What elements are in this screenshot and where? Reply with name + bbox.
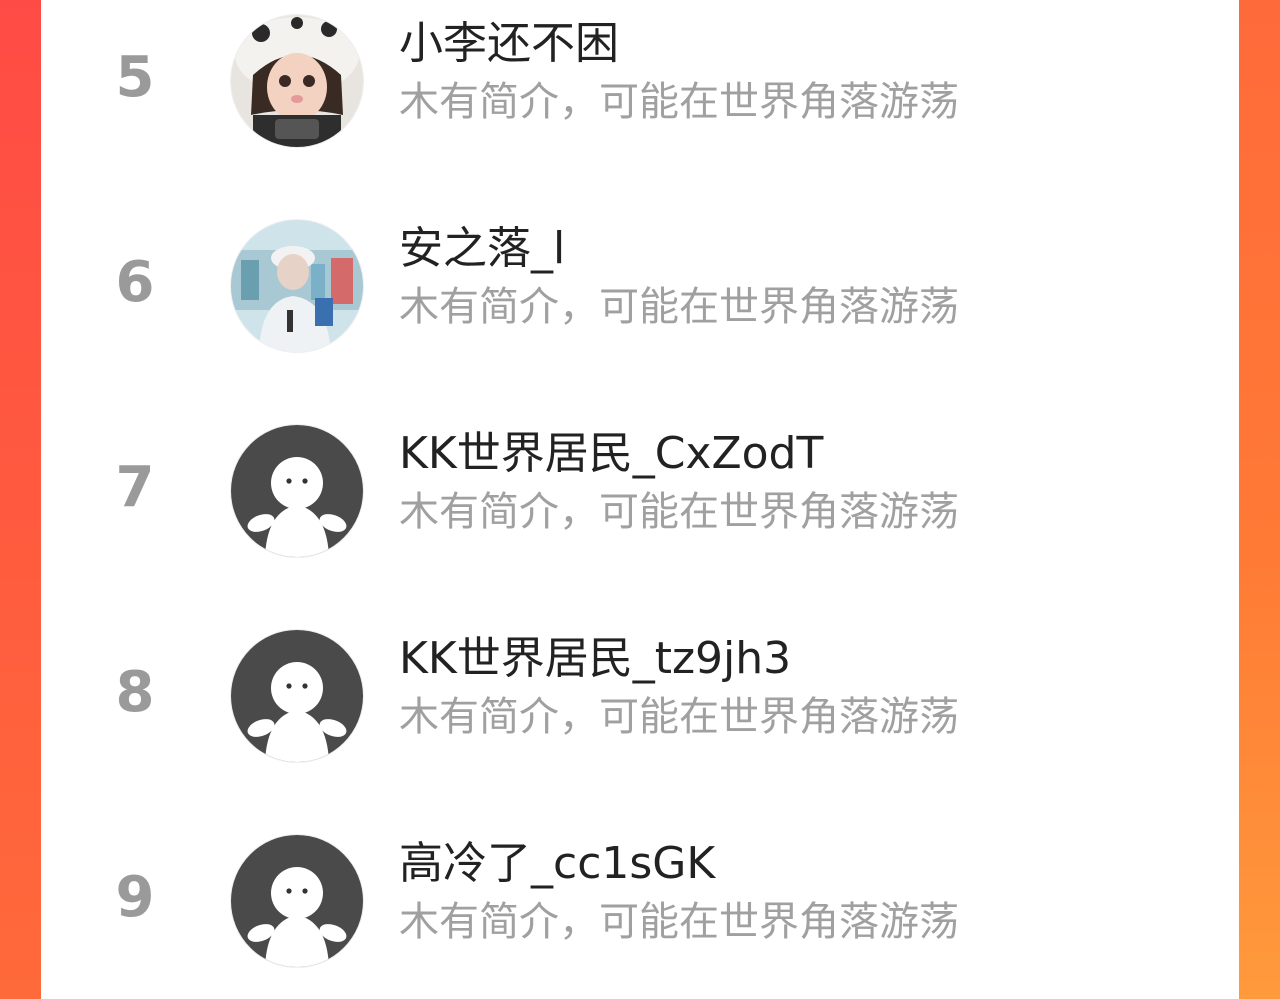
user-avatar[interactable] [231, 630, 363, 762]
rank-number: 6 [115, 250, 155, 315]
default-ghost-avatar-icon [231, 630, 363, 762]
photo-person-cap-avatar-icon [231, 220, 363, 352]
ranking-row[interactable]: 6 安之落_l 木有简介，可能在世界角落游荡 [41, 205, 1239, 410]
user-name[interactable]: 安之落_l [399, 224, 565, 273]
user-avatar[interactable] [231, 15, 363, 147]
orange-frame-right [1239, 0, 1280, 999]
rank-number: 8 [115, 660, 155, 725]
rank-number: 9 [115, 865, 155, 930]
user-avatar[interactable] [231, 220, 363, 352]
user-name[interactable]: KK世界居民_CxZodT [399, 429, 823, 478]
user-name[interactable]: 高冷了_cc1sGK [399, 839, 715, 888]
photo-girl-avatar-icon [231, 15, 363, 147]
ranking-row[interactable]: 7 KK世界居民_CxZodT 木有简介，可能在世界角落游荡 [41, 410, 1239, 615]
rank-number: 5 [115, 45, 155, 110]
ranking-list-card: 5 小李还不困 木有简介，可能在世界角落游荡 6 安之落_l 木有简介，可能在世… [41, 0, 1239, 999]
user-avatar[interactable] [231, 425, 363, 557]
user-bio: 木有简介，可能在世界角落游荡 [399, 79, 959, 125]
ranking-row[interactable]: 9 高冷了_cc1sGK 木有简介，可能在世界角落游荡 [41, 820, 1239, 999]
rank-number: 7 [115, 455, 155, 520]
default-ghost-avatar-icon [231, 835, 363, 967]
ranking-row[interactable]: 8 KK世界居民_tz9jh3 木有简介，可能在世界角落游荡 [41, 615, 1239, 820]
ranking-row[interactable]: 5 小李还不困 木有简介，可能在世界角落游荡 [41, 0, 1239, 205]
user-bio: 木有简介，可能在世界角落游荡 [399, 694, 959, 740]
user-avatar[interactable] [231, 835, 363, 967]
user-name[interactable]: KK世界居民_tz9jh3 [399, 634, 791, 683]
user-bio: 木有简介，可能在世界角落游荡 [399, 284, 959, 330]
orange-frame-left [0, 0, 41, 999]
user-name[interactable]: 小李还不困 [399, 19, 619, 68]
user-bio: 木有简介，可能在世界角落游荡 [399, 489, 959, 535]
user-bio: 木有简介，可能在世界角落游荡 [399, 899, 959, 945]
default-ghost-avatar-icon [231, 425, 363, 557]
